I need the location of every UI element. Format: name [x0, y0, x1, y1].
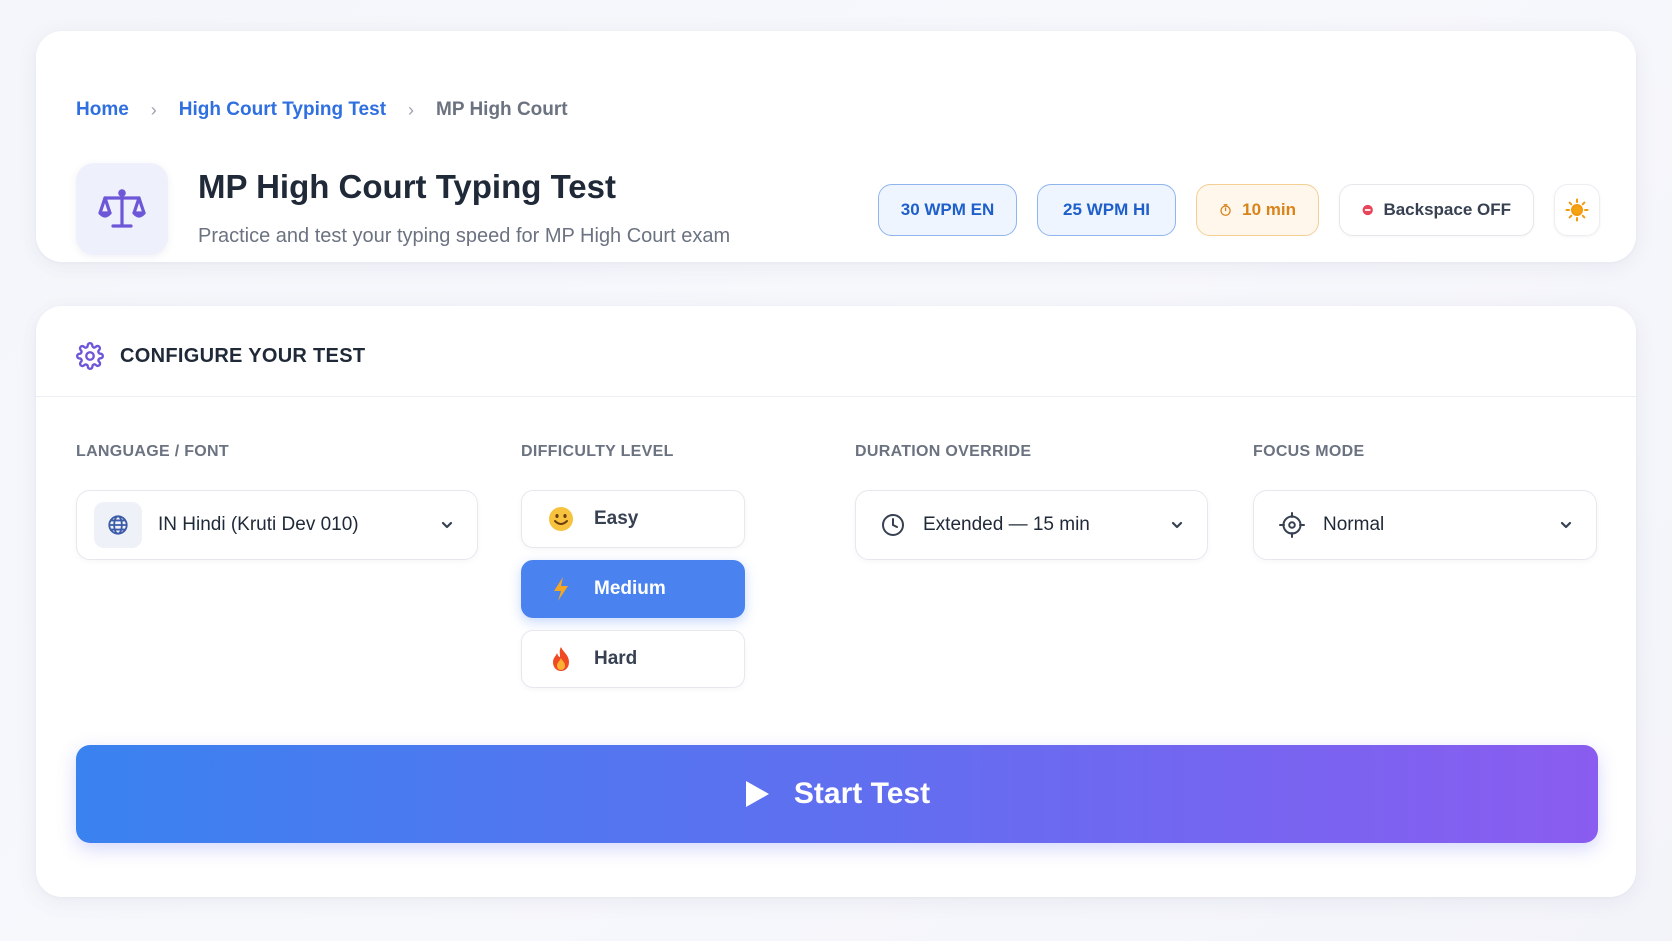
globe-icon-tile: [94, 502, 142, 548]
difficulty-medium-label: Medium: [594, 578, 666, 599]
crosshair-icon: [1279, 512, 1305, 538]
smile-emoji-icon: [548, 506, 574, 532]
english-speed-badge: 30 WPM EN: [878, 184, 1017, 236]
chevron-down-icon: [1560, 521, 1572, 529]
breadcrumb: Home › High Court Typing Test › MP High …: [76, 99, 568, 121]
chevron-down-icon: [441, 521, 453, 529]
logo-tile: [76, 163, 168, 255]
no-entry-icon: [1362, 204, 1373, 216]
english-speed-label: 30 WPM EN: [900, 200, 995, 219]
breadcrumb-separator: ›: [408, 99, 415, 120]
backspace-badge: Backspace OFF: [1339, 184, 1534, 236]
language-font-value: IN Hindi (Kruti Dev 010): [158, 514, 359, 535]
language-font-label: LANGUAGE / FONT: [76, 443, 229, 460]
duration-override-label: DURATION OVERRIDE: [855, 443, 1032, 460]
config-title: CONFIGURE YOUR TEST: [120, 344, 366, 367]
globe-icon: [108, 515, 128, 535]
hindi-speed-badge: 25 WPM HI: [1037, 184, 1176, 236]
gear-icon: [76, 342, 104, 370]
focus-mode-select[interactable]: Normal: [1253, 490, 1597, 560]
focus-mode-label: FOCUS MODE: [1253, 443, 1365, 460]
difficulty-level-label: DIFFICULTY LEVEL: [521, 443, 674, 460]
duration-override-value: Extended — 15 min: [923, 514, 1090, 535]
header-card: Home › High Court Typing Test › MP High …: [36, 31, 1636, 262]
fire-emoji-icon: [548, 646, 574, 672]
scales-of-justice-icon: [98, 189, 146, 228]
chevron-down-icon: [1171, 521, 1183, 529]
breadcrumb-parent-link[interactable]: High Court Typing Test: [179, 99, 386, 121]
clock-icon: [881, 513, 905, 537]
breadcrumb-separator: ›: [150, 99, 157, 120]
duration-badge-label: 10 min: [1242, 200, 1296, 219]
difficulty-hard-label: Hard: [594, 648, 638, 669]
timer-icon: [1220, 204, 1231, 216]
difficulty-hard-button[interactable]: Hard: [521, 630, 745, 688]
play-icon: [745, 781, 769, 807]
difficulty-easy-label: Easy: [594, 508, 639, 529]
difficulty-medium-button[interactable]: Medium: [521, 560, 745, 618]
backspace-badge-label: Backspace OFF: [1383, 200, 1511, 219]
difficulty-easy-button[interactable]: Easy: [521, 490, 745, 548]
config-divider: [36, 396, 1636, 397]
theme-toggle-button[interactable]: [1554, 184, 1600, 236]
focus-mode-value: Normal: [1323, 514, 1385, 535]
breadcrumb-home-link[interactable]: Home: [76, 99, 129, 121]
start-test-label: Start Test: [793, 777, 931, 810]
hindi-speed-label: 25 WPM HI: [1063, 200, 1150, 219]
configure-test-card: CONFIGURE YOUR TEST LANGUAGE / FONT IN H…: [36, 306, 1636, 897]
breadcrumb-current: MP High Court: [436, 99, 568, 120]
language-font-select[interactable]: IN Hindi (Kruti Dev 010): [76, 490, 478, 560]
lightning-emoji-icon: [548, 576, 574, 602]
page-title: MP High Court Typing Test: [198, 168, 616, 205]
start-test-button[interactable]: Start Test: [76, 745, 1598, 843]
duration-override-select[interactable]: Extended — 15 min: [855, 490, 1208, 560]
duration-badge: 10 min: [1196, 184, 1319, 236]
sun-icon: [1565, 198, 1589, 222]
badge-group: 30 WPM EN 25 WPM HI 10 min Backspace OFF: [878, 184, 1600, 236]
config-header: CONFIGURE YOUR TEST: [76, 342, 365, 370]
page-subtitle: Practice and test your typing speed for …: [198, 225, 731, 247]
